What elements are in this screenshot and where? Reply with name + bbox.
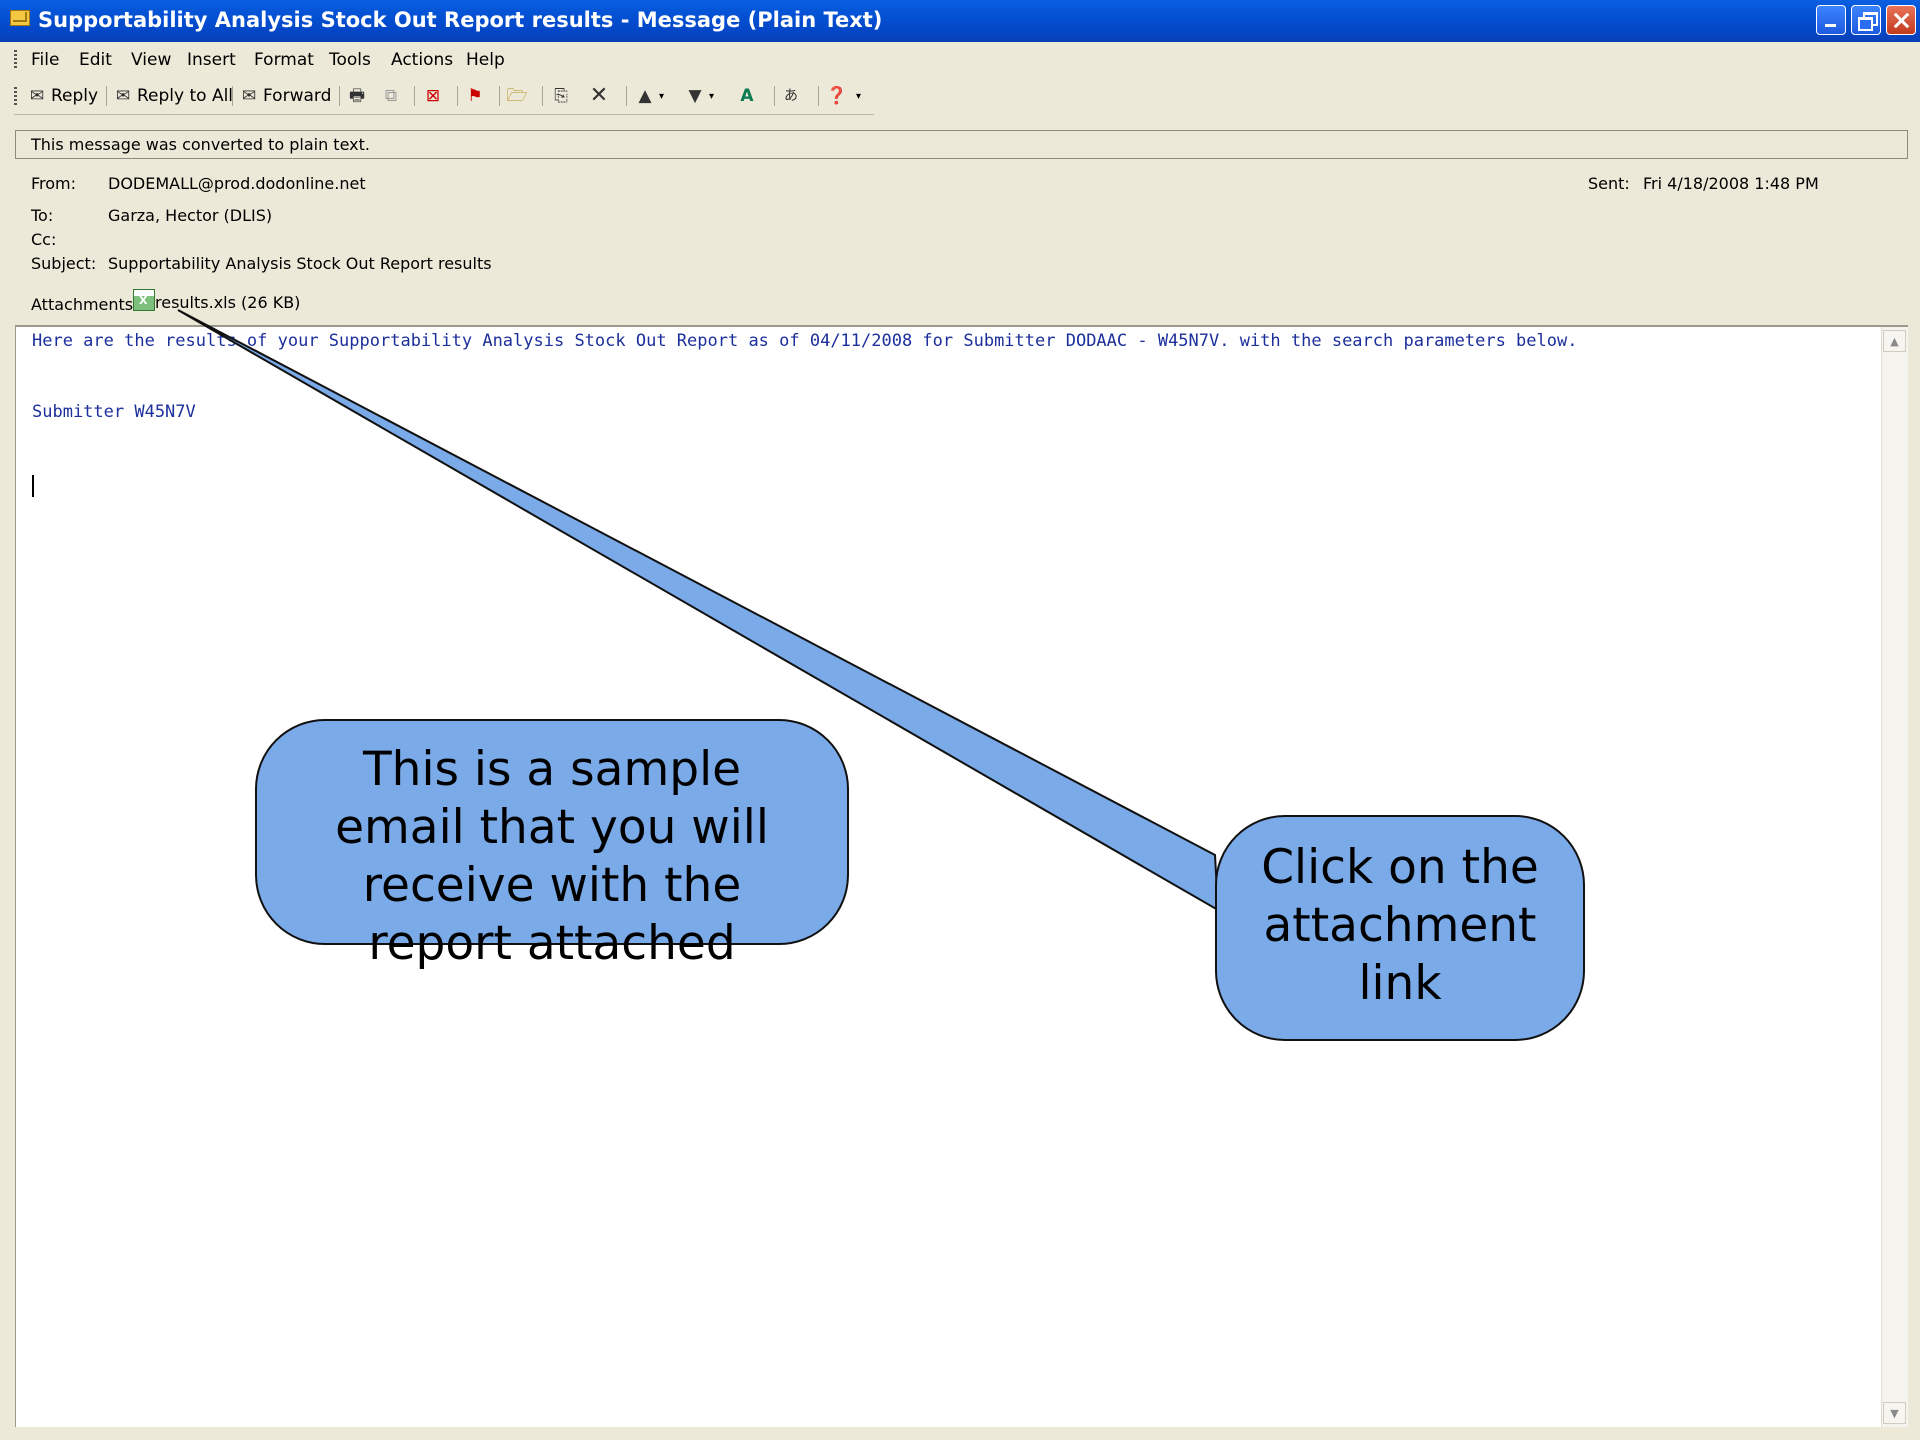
open-address-button[interactable]: ⎘ [550,84,575,108]
menu-view[interactable]: View [131,50,171,70]
subject-value: Supportability Analysis Stock Out Report… [108,254,492,273]
sample-callout-line: report attached [368,916,736,971]
reply-all-icon: ✉ [115,86,131,106]
sent-value: Fri 4/18/2008 1:48 PM [1643,174,1819,193]
body-line-1: Here are the results of your Supportabil… [32,331,1578,351]
attachment-callout-line: attachment [1263,898,1537,953]
sample-callout-line: This is a sample [362,742,742,797]
help-button[interactable]: ❓ [826,84,851,108]
body-line-2: Submitter W45N7V [32,402,196,422]
from-value[interactable]: DODEMALL@prod.dodonline.net [108,174,366,193]
help-icon: ❓ [826,86,848,106]
move-to-folder-button[interactable]: 🗁 [506,84,531,108]
junk-mail-icon: ⊠ [425,86,441,106]
attachments-label: Attachments: [31,295,139,314]
copy-button[interactable]: ⧉ [380,84,405,108]
window-title: Supportability Analysis Stock Out Report… [38,8,883,32]
scroll-up-icon[interactable]: ▲ [1883,330,1906,352]
to-label: To: [31,206,54,225]
attachment-name: results.xls (26 KB) [155,293,301,312]
excel-file-icon [133,289,155,311]
font-button[interactable]: A [736,84,761,108]
attachment-callout-line: link [1358,956,1442,1011]
reply-button[interactable]: ✉ Reply [26,84,98,108]
printer-icon: 🖶 [348,86,366,106]
font-icon: A [740,86,754,106]
vertical-scrollbar[interactable]: ▲ ▼ [1881,327,1908,1427]
toolbar-options-button[interactable]: ▾ [856,84,861,108]
previous-item-button[interactable]: ▲ ▾ [634,84,664,108]
menubar-grip-icon[interactable] [14,50,17,68]
toolbar-grip-icon[interactable] [14,87,17,105]
close-button[interactable] [1886,5,1916,35]
sample-callout-line: email that you will [335,800,769,855]
menu-format[interactable]: Format [254,50,314,70]
forward-icon: ✉ [241,86,257,106]
reply-all-button[interactable]: ✉ Reply to All [112,84,233,108]
reply-label: Reply [51,86,99,106]
sent-label: Sent: [1588,174,1630,193]
encoding-icon: あ [784,88,798,104]
menu-file[interactable]: File [31,50,59,70]
print-button[interactable]: 🖶 [346,84,371,108]
copy-icon: ⧉ [384,86,398,106]
menu-help[interactable]: Help [466,50,505,70]
delete-icon: ✕ [589,83,609,108]
reply-all-label: Reply to All [137,86,234,106]
up-arrow-icon: ▲ [638,86,652,106]
attachment-callout-line: Click on the [1261,840,1539,895]
forward-button[interactable]: ✉ Forward [238,84,332,108]
attachment-callout: Click on the attachment link [1215,815,1585,1041]
folder-icon: 🗁 [506,86,528,106]
chevron-down-icon: ▾ [856,90,862,102]
down-arrow-icon: ▼ [688,86,702,106]
scroll-down-icon[interactable]: ▼ [1883,1402,1906,1424]
to-value[interactable]: Garza, Hector (DLIS) [108,206,272,225]
delete-button[interactable]: ✕ [588,84,613,108]
subject-label: Subject: [31,254,97,273]
standard-toolbar: ✉ Reply ✉ Reply to All ✉ Forward 🖶 ⧉ ⊠ ⚑ 🗁 … [14,78,874,115]
sample-email-callout: This is a sample email that you will rec… [255,719,849,971]
forward-label: Forward [263,86,332,106]
encoding-button[interactable]: あ [780,84,805,108]
sample-callout-line: receive with the [362,858,742,913]
reply-icon: ✉ [29,86,45,106]
title-bar[interactable]: Supportability Analysis Stock Out Report… [0,0,1920,42]
menu-edit[interactable]: Edit [79,50,112,70]
attachment-link[interactable]: results.xls (26 KB) [133,289,300,312]
menu-insert[interactable]: Insert [187,50,236,70]
menu-bar: File Edit View Insert Format Tools Actio… [0,44,1920,74]
from-label: From: [31,174,77,193]
menu-actions[interactable]: Actions [391,50,453,70]
message-icon [10,10,30,26]
text-cursor [32,475,34,497]
cc-label: Cc: [31,230,57,249]
next-item-button[interactable]: ▼ ▾ [684,84,714,108]
address-book-icon: ⎘ [554,86,568,106]
info-bar: This message was converted to plain text… [15,130,1908,159]
flag-icon: ⚑ [467,86,483,106]
move-to-junk-button[interactable]: ⊠ [422,84,447,108]
restore-button[interactable] [1851,5,1881,35]
minimize-button[interactable] [1816,5,1846,35]
follow-up-flag-button[interactable]: ⚑ [464,84,489,108]
menu-tools[interactable]: Tools [329,50,371,70]
